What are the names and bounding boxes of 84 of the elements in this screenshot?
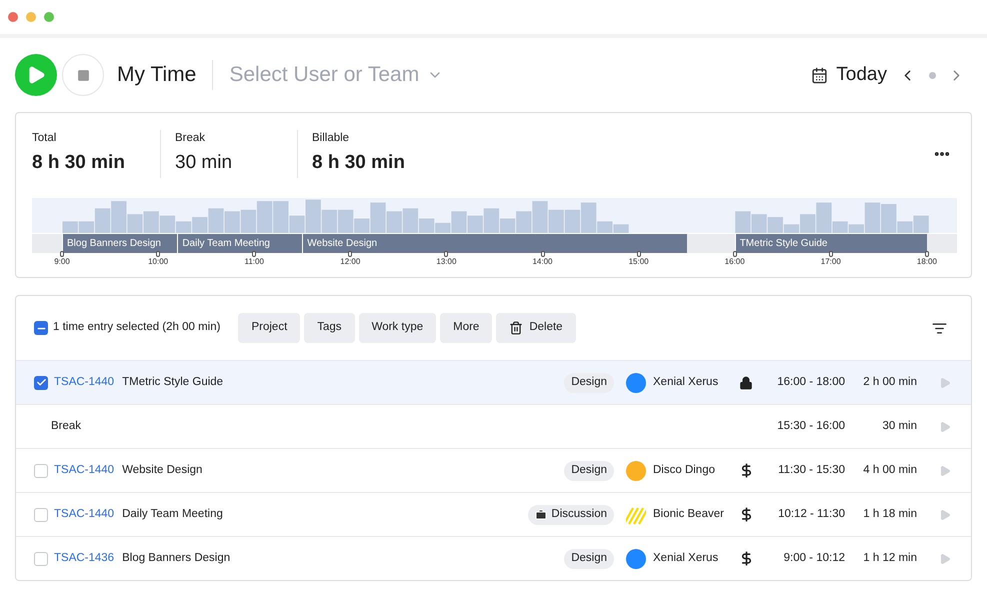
briefcase-icon <box>535 508 548 520</box>
page-title: My Time <box>117 62 196 88</box>
tick-label: 18:00 <box>916 256 937 267</box>
date-label: Today <box>836 62 887 87</box>
calendar-icon[interactable] <box>811 66 828 84</box>
time-range: 16:00 - 18:00 <box>777 374 845 390</box>
tick-mark <box>540 250 544 257</box>
tick-label: 16:00 <box>724 256 745 267</box>
play-icon[interactable] <box>939 552 951 564</box>
checkbox[interactable] <box>34 508 48 522</box>
person-name: Xenial Xerus <box>653 550 720 566</box>
timeline-segment[interactable]: Website Design <box>302 234 687 253</box>
play-icon[interactable] <box>939 464 951 476</box>
tick-label: 11:00 <box>244 256 264 267</box>
time-range: 11:30 - 15:30 <box>778 462 845 478</box>
duration: 2 h 00 min <box>863 374 917 390</box>
tick-mark <box>348 250 352 257</box>
delete-button[interactable]: Delete <box>496 313 576 343</box>
timeline-segment[interactable]: Daily Team Meeting <box>177 234 302 253</box>
tick-label: 15:00 <box>628 256 649 267</box>
entry-title: Website Design <box>122 462 202 478</box>
time-range: 9:00 - 10:12 <box>784 550 845 566</box>
tick-label: 13:00 <box>436 256 456 267</box>
stat-value: 30 min <box>175 151 234 176</box>
entry-title: Break <box>51 418 82 434</box>
timeline-segment[interactable]: TMetric Style Guide <box>734 234 927 253</box>
work-type-tag: Discussion <box>528 504 614 524</box>
time-range: 15:30 - 16:00 <box>777 418 845 434</box>
tick-label: 12:00 <box>340 256 360 267</box>
task-code-link[interactable]: TSAC-1436 <box>54 550 114 568</box>
action-button[interactable]: More <box>440 313 492 343</box>
task-code-link[interactable]: TSAC-1440 <box>54 462 114 480</box>
person-name: Disco Dingo <box>653 462 716 478</box>
entry-title: Daily Team Meeting <box>122 506 223 522</box>
work-type-tag: Design <box>564 372 614 392</box>
stop-icon <box>76 68 90 82</box>
user-team-select[interactable]: Select User or Team <box>229 59 444 91</box>
work-type-tag: Design <box>564 460 614 480</box>
tick-mark <box>252 250 256 257</box>
stat-value: 8 h 30 min <box>32 151 126 176</box>
tick-mark <box>732 250 737 257</box>
stop-timer-button[interactable] <box>62 54 104 96</box>
tick-label: 9:00 <box>54 256 70 267</box>
timeline-segment[interactable]: Blog Banners Design <box>62 234 178 253</box>
selection-summary: 1 time entry selected (2h 00 min) <box>53 320 220 336</box>
duration: 1 h 18 min <box>863 506 917 522</box>
tick-mark <box>60 250 64 257</box>
stat-value: 8 h 30 min <box>312 151 405 176</box>
tick-label: 17:00 <box>820 256 841 267</box>
stat-label: Total <box>32 131 58 146</box>
check-icon <box>36 377 46 388</box>
entry-title: TMetric Style Guide <box>122 374 224 390</box>
play-icon[interactable] <box>939 376 951 388</box>
play-icon[interactable] <box>939 420 951 432</box>
tick-mark <box>924 250 929 257</box>
tick-mark <box>156 250 160 257</box>
tick-label: 14:00 <box>532 256 553 267</box>
task-code-link[interactable]: TSAC-1440 <box>54 374 114 392</box>
task-code-link[interactable]: TSAC-1440 <box>54 506 114 524</box>
checkbox[interactable] <box>34 464 48 478</box>
stat-label: Billable <box>312 131 350 146</box>
play-icon[interactable] <box>939 508 951 520</box>
checkbox[interactable] <box>34 376 48 390</box>
entry-title: Blog Banners Design <box>122 550 230 566</box>
work-type-tag: Design <box>564 548 614 568</box>
action-button[interactable]: Project <box>238 313 300 343</box>
duration: 4 h 00 min <box>863 462 917 478</box>
sort-icon[interactable] <box>932 320 947 336</box>
trash-icon <box>509 321 524 335</box>
select-all-checkbox[interactable] <box>34 321 48 335</box>
tick-mark <box>828 250 833 257</box>
start-timer-button[interactable] <box>15 54 57 96</box>
action-button[interactable]: Work type <box>358 313 436 343</box>
person-name: Xenial Xerus <box>653 374 720 390</box>
tick-label: 10:00 <box>148 256 168 267</box>
action-button[interactable]: Tags <box>304 313 355 343</box>
duration: 1 h 12 min <box>863 550 917 566</box>
person-name: Bionic Beaver <box>653 506 725 522</box>
time-range: 10:12 - 11:30 <box>778 506 845 522</box>
stat-label: Break <box>175 131 206 146</box>
duration: 30 min <box>882 418 917 434</box>
tick-mark <box>444 250 448 257</box>
checkbox[interactable] <box>34 552 48 566</box>
tick-mark <box>636 250 641 257</box>
